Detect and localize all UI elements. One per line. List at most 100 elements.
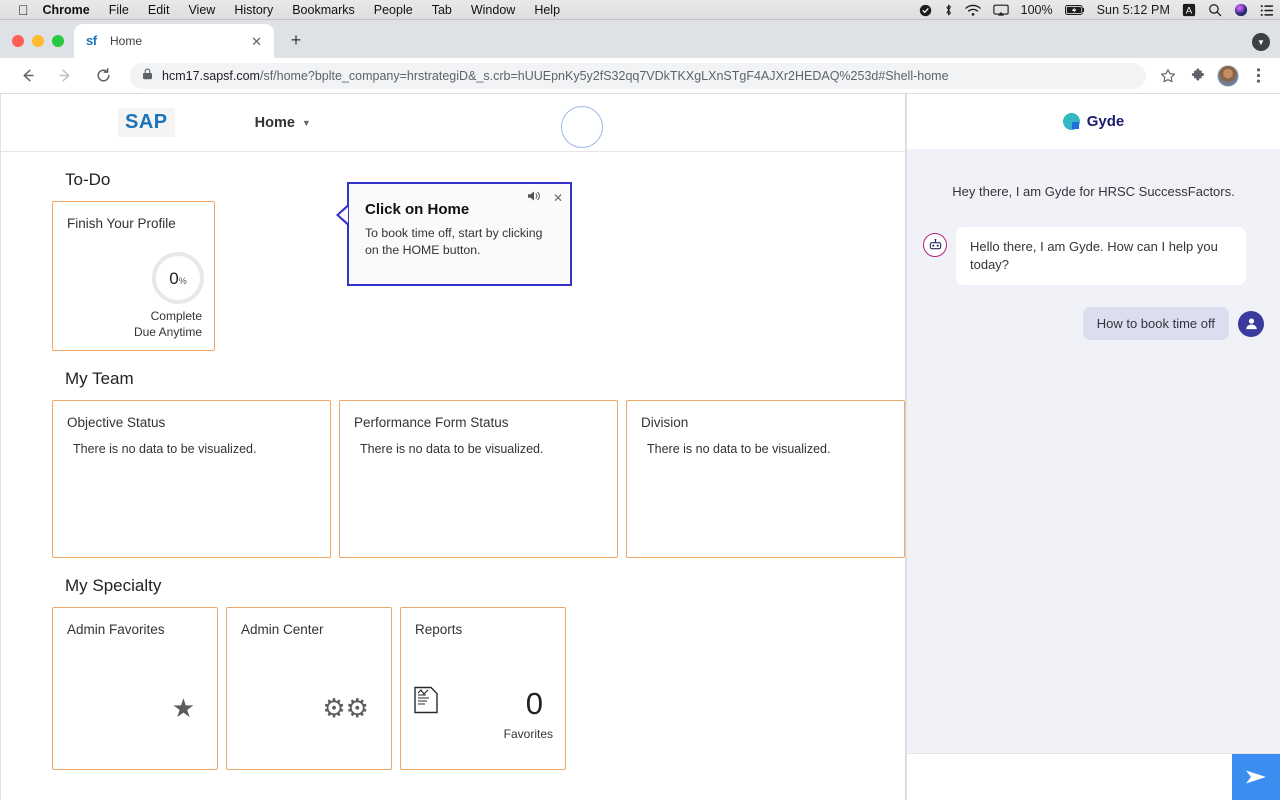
- tab-search-chevron-down-icon[interactable]: ▼: [1252, 33, 1270, 51]
- airplay-icon[interactable]: [992, 4, 1009, 17]
- back-arrow-icon[interactable]: [12, 61, 42, 91]
- close-window-button[interactable]: [12, 35, 24, 47]
- send-paper-plane-icon[interactable]: [1232, 754, 1280, 800]
- chat-message-user: How to book time off: [923, 307, 1264, 340]
- specialty-card-title: Reports: [415, 622, 463, 637]
- caret-down-icon: ▼: [301, 117, 311, 128]
- specialty-card-title: Admin Favorites: [67, 622, 165, 637]
- reload-icon[interactable]: [88, 61, 118, 91]
- gyde-input-bar: [907, 753, 1280, 800]
- specialty-card-reports[interactable]: Reports 0 Favorites: [400, 607, 566, 770]
- section-title-my-team: My Team: [65, 369, 134, 388]
- report-document-icon: [413, 686, 439, 719]
- window-traffic-lights: [0, 35, 74, 58]
- home-nav-dropdown[interactable]: Home ▼: [255, 115, 311, 131]
- spotlight-search-icon[interactable]: [1208, 3, 1222, 17]
- menu-item-chrome[interactable]: Chrome: [43, 3, 90, 17]
- gyde-chat-panel: Gyde Hey there, I am Gyde for HRSC Succe…: [906, 94, 1280, 800]
- maximize-window-button[interactable]: [52, 35, 64, 47]
- control-center-icon[interactable]: [1260, 4, 1274, 17]
- todo-status-label: Complete: [150, 309, 202, 323]
- wifi-icon[interactable]: [964, 4, 981, 17]
- profile-avatar[interactable]: [1214, 62, 1242, 90]
- sap-app-header: SAP Home ▼: [1, 94, 905, 152]
- menu-item-help[interactable]: Help: [534, 3, 560, 17]
- tooltip-controls: ✕: [527, 190, 563, 205]
- team-card-title: Objective Status: [67, 415, 166, 430]
- menu-item-file[interactable]: File: [109, 3, 129, 17]
- menu-item-tab[interactable]: Tab: [432, 3, 452, 17]
- todo-card-meta: Complete Due Anytime: [134, 308, 202, 340]
- menu-item-edit[interactable]: Edit: [148, 3, 170, 17]
- three-dot-menu-icon[interactable]: [1244, 62, 1272, 90]
- new-tab-button[interactable]: +: [282, 26, 310, 54]
- lock-icon: [142, 68, 153, 83]
- menu-bar-clock[interactable]: Sun 5:12 PM: [1097, 3, 1170, 17]
- reports-favorites-label: Favorites: [503, 727, 553, 741]
- menu-item-history[interactable]: History: [234, 3, 273, 17]
- input-source-icon[interactable]: A: [1182, 3, 1196, 17]
- specialty-card-admin-favorites[interactable]: Admin Favorites ★: [52, 607, 218, 770]
- sap-logo[interactable]: SAP: [118, 108, 175, 137]
- address-bar-url: hcm17.sapsf.com/sf/home?bplte_company=hr…: [162, 69, 949, 83]
- user-avatar-icon: [1238, 310, 1264, 337]
- minimize-window-button[interactable]: [32, 35, 44, 47]
- bot-message-bubble: Hello there, I am Gyde. How can I help y…: [956, 227, 1246, 285]
- tooltip-pointer-arrow: [336, 204, 348, 226]
- menu-bar-status-area: 100% Sun 5:12 PM A: [919, 0, 1274, 20]
- gyde-intro-text: Hey there, I am Gyde for HRSC SuccessFac…: [952, 184, 1235, 199]
- menu-item-people[interactable]: People: [374, 3, 413, 17]
- puzzle-piece-icon[interactable]: [1184, 62, 1212, 90]
- url-path: /sf/home?bplte_company=hrstrategiD&_s.cr…: [259, 68, 949, 83]
- shield-check-icon[interactable]: [919, 4, 932, 17]
- specialty-card-admin-center[interactable]: Admin Center ⚙⚙: [226, 607, 392, 770]
- todo-card-title: Finish Your Profile: [67, 216, 176, 231]
- header-avatar-circle[interactable]: [561, 106, 603, 148]
- my-specialty-card-row: Admin Favorites ★ Admin Center ⚙⚙ Report…: [1, 607, 905, 770]
- menu-item-window[interactable]: Window: [471, 3, 515, 17]
- tab-title: Home: [110, 34, 143, 48]
- home-nav-label: Home: [254, 114, 295, 131]
- star-icon[interactable]: [1154, 62, 1182, 90]
- browser-tab[interactable]: sf Home ✕: [74, 24, 274, 58]
- chat-message-input[interactable]: [907, 754, 1232, 800]
- team-card-title: Division: [641, 415, 689, 430]
- todo-card-finish-profile[interactable]: Finish Your Profile 0% Complete Due Anyt…: [52, 201, 215, 351]
- team-card-division[interactable]: Division There is no data to be visualiz…: [626, 400, 905, 558]
- bluetooth-icon[interactable]: [944, 3, 953, 17]
- macos-menu-bar:  Chrome File Edit View History Bookmark…: [0, 0, 1280, 20]
- tooltip-body: To book time off, start by clicking on t…: [365, 226, 543, 257]
- gyde-logo-icon: [1062, 113, 1080, 130]
- reports-favorites-count: 0: [525, 686, 543, 721]
- gyde-brand-name: Gyde: [1086, 113, 1125, 130]
- address-bar[interactable]: hcm17.sapsf.com/sf/home?bplte_company=hr…: [130, 62, 1146, 89]
- sap-successfactors-app: SAP Home ▼ To-Do Finish Your Profile 0%: [0, 94, 906, 800]
- profile-completion-donut: 0%: [152, 252, 204, 304]
- forward-arrow-icon: [50, 61, 80, 91]
- speaker-icon[interactable]: [527, 190, 541, 205]
- completion-percent-symbol: %: [178, 276, 187, 286]
- team-card-objective-status[interactable]: Objective Status There is no data to be …: [52, 400, 331, 558]
- bot-avatar-icon: [923, 233, 947, 257]
- section-title-my-specialty: My Specialty: [65, 576, 162, 595]
- coach-mark-tooltip[interactable]: ✕ Click on Home To book time off, start …: [336, 182, 572, 286]
- page-viewport: SAP Home ▼ To-Do Finish Your Profile 0%: [0, 94, 1280, 800]
- menu-item-view[interactable]: View: [188, 3, 215, 17]
- battery-charging-icon[interactable]: [1064, 4, 1085, 16]
- svg-text:A: A: [1186, 6, 1193, 17]
- battery-percent-label: 100%: [1020, 3, 1053, 17]
- my-team-card-row: Objective Status There is no data to be …: [1, 400, 905, 558]
- tab-close-icon[interactable]: ✕: [247, 33, 266, 50]
- browser-tab-strip: sf Home ✕ + ▼: [0, 20, 1280, 58]
- successfactors-sf-icon: sf: [86, 33, 97, 48]
- tooltip-close-icon[interactable]: ✕: [553, 191, 563, 205]
- apple-menu-icon[interactable]: : [18, 3, 29, 17]
- team-card-performance-form-status[interactable]: Performance Form Status There is no data…: [339, 400, 618, 558]
- toolbar-icons: [1154, 62, 1272, 90]
- chat-message-bot: Hello there, I am Gyde. How can I help y…: [923, 227, 1264, 285]
- gyde-message-list: Hello there, I am Gyde. How can I help y…: [907, 199, 1280, 753]
- gyde-panel-header: Gyde: [907, 94, 1280, 149]
- menu-item-bookmarks[interactable]: Bookmarks: [292, 3, 355, 17]
- siri-icon[interactable]: [1234, 3, 1248, 17]
- browser-toolbar: hcm17.sapsf.com/sf/home?bplte_company=hr…: [0, 58, 1280, 94]
